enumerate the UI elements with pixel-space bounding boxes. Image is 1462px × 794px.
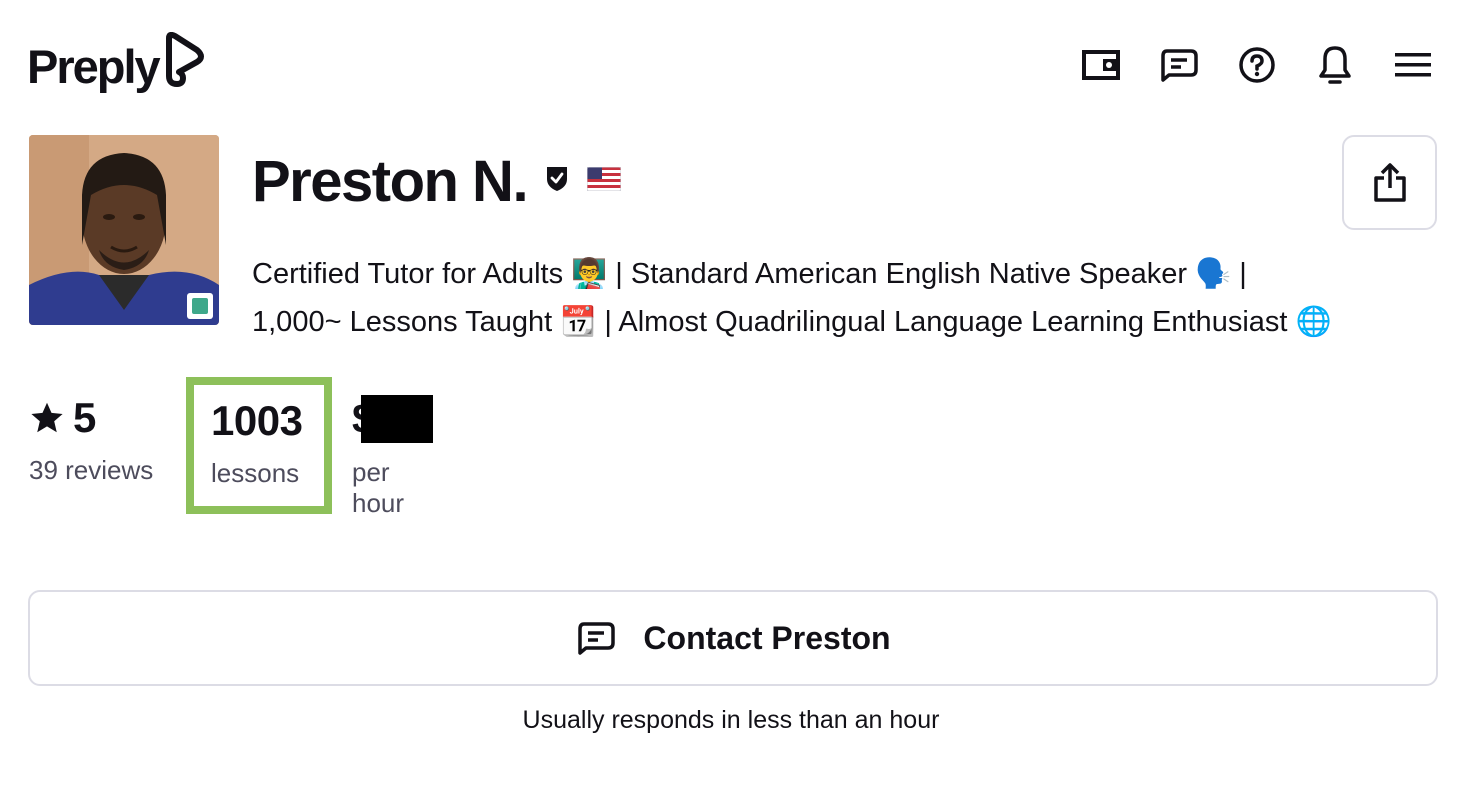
header-toolbar [1080, 44, 1434, 86]
share-button[interactable] [1342, 135, 1437, 230]
tutor-name: Preston N. [252, 149, 529, 214]
star-icon [31, 402, 63, 433]
wallet-icon[interactable] [1080, 44, 1122, 86]
tutor-headline: Certified Tutor for Adults 👨‍🏫 | Standar… [252, 250, 1432, 346]
headline-line-2: 1,000~ Lessons Taught 📆 | Almost Quadril… [252, 306, 1332, 338]
logo-text: Preply [27, 39, 161, 93]
lessons-label: lessons [211, 458, 300, 489]
contact-tutor-button[interactable]: Contact Preston [28, 590, 1438, 686]
online-status-indicator [187, 293, 213, 319]
notifications-icon[interactable] [1314, 44, 1356, 86]
us-flag-icon [586, 166, 622, 196]
rating-value: 5 [73, 394, 96, 441]
price-stat: $ per hour [352, 395, 433, 519]
response-time-text: Usually responds in less than an hour [522, 706, 940, 734]
rating-stat[interactable]: 5 39 reviews [29, 394, 186, 486]
reviews-count: 39 reviews [29, 455, 154, 486]
verified-shield-icon[interactable] [545, 165, 569, 198]
contact-button-label: Contact Preston [643, 619, 891, 656]
lessons-stat: 1003 lessons [186, 377, 332, 514]
logo-mark-icon [161, 31, 211, 95]
message-icon [578, 622, 616, 655]
help-icon[interactable] [1236, 44, 1278, 86]
price-redaction [360, 395, 433, 443]
lessons-value: 1003 [211, 397, 303, 444]
messages-icon[interactable] [1158, 44, 1200, 86]
price-label: per hour [352, 457, 405, 518]
tutor-stats: 5 39 reviews 1003 lessons $ per hour [29, 377, 433, 518]
tutor-name-row: Preston N. [252, 149, 622, 214]
preply-logo[interactable]: Preply [27, 31, 211, 96]
share-icon [1373, 162, 1406, 202]
menu-icon[interactable] [1392, 44, 1434, 86]
headline-line-1: Certified Tutor for Adults 👨‍🏫 | Standar… [252, 258, 1247, 290]
